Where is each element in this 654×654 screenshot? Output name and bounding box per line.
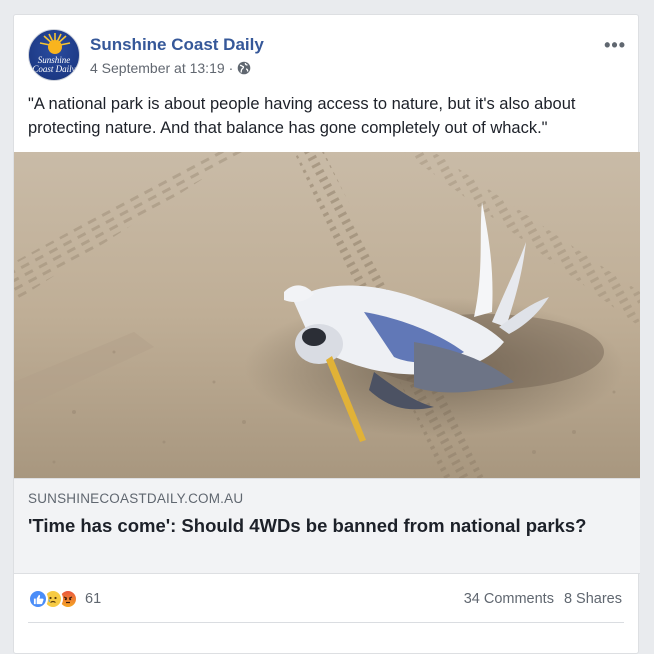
- engagement-bar: 61 34 Comments 8 Shares: [28, 587, 624, 611]
- page-avatar[interactable]: Sunshine Coast Daily: [28, 29, 80, 81]
- post-timestamp[interactable]: 4 September at 13:19: [90, 60, 225, 76]
- link-preview-image[interactable]: [14, 152, 640, 478]
- like-reaction-icon: [28, 589, 48, 609]
- post-header: Sunshine Coast Daily Sunshine Coast Dail…: [28, 29, 626, 85]
- globe-icon[interactable]: [237, 61, 251, 75]
- shares-count-link[interactable]: 8 Shares: [564, 591, 622, 607]
- avatar-logo-text: Sunshine Coast Daily: [29, 56, 79, 74]
- avatar-text-line2: Coast Daily: [32, 64, 76, 74]
- dead-bird-on-beach-photo: [14, 152, 640, 478]
- reaction-count[interactable]: 61: [85, 591, 101, 607]
- page-name-link[interactable]: Sunshine Coast Daily: [90, 35, 264, 55]
- meta-separator: ·: [228, 60, 234, 76]
- footer-divider: [28, 622, 624, 623]
- link-title[interactable]: 'Time has come': Should 4WDs be banned f…: [28, 513, 600, 538]
- post-card: Sunshine Coast Daily Sunshine Coast Dail…: [13, 14, 640, 654]
- link-domain: SUNSHINECOASTDAILY.COM.AU: [28, 491, 244, 506]
- reactions-summary[interactable]: 61: [28, 589, 101, 609]
- link-preview[interactable]: SUNSHINECOASTDAILY.COM.AU 'Time has come…: [14, 478, 640, 574]
- post-meta: 4 September at 13:19 ·: [90, 60, 251, 76]
- more-options-icon[interactable]: •••: [604, 35, 626, 56]
- post-text: "A national park is about people having …: [28, 95, 576, 137]
- engagement-counts: 34 Comments 8 Shares: [464, 591, 622, 607]
- comments-count-link[interactable]: 34 Comments: [464, 591, 554, 607]
